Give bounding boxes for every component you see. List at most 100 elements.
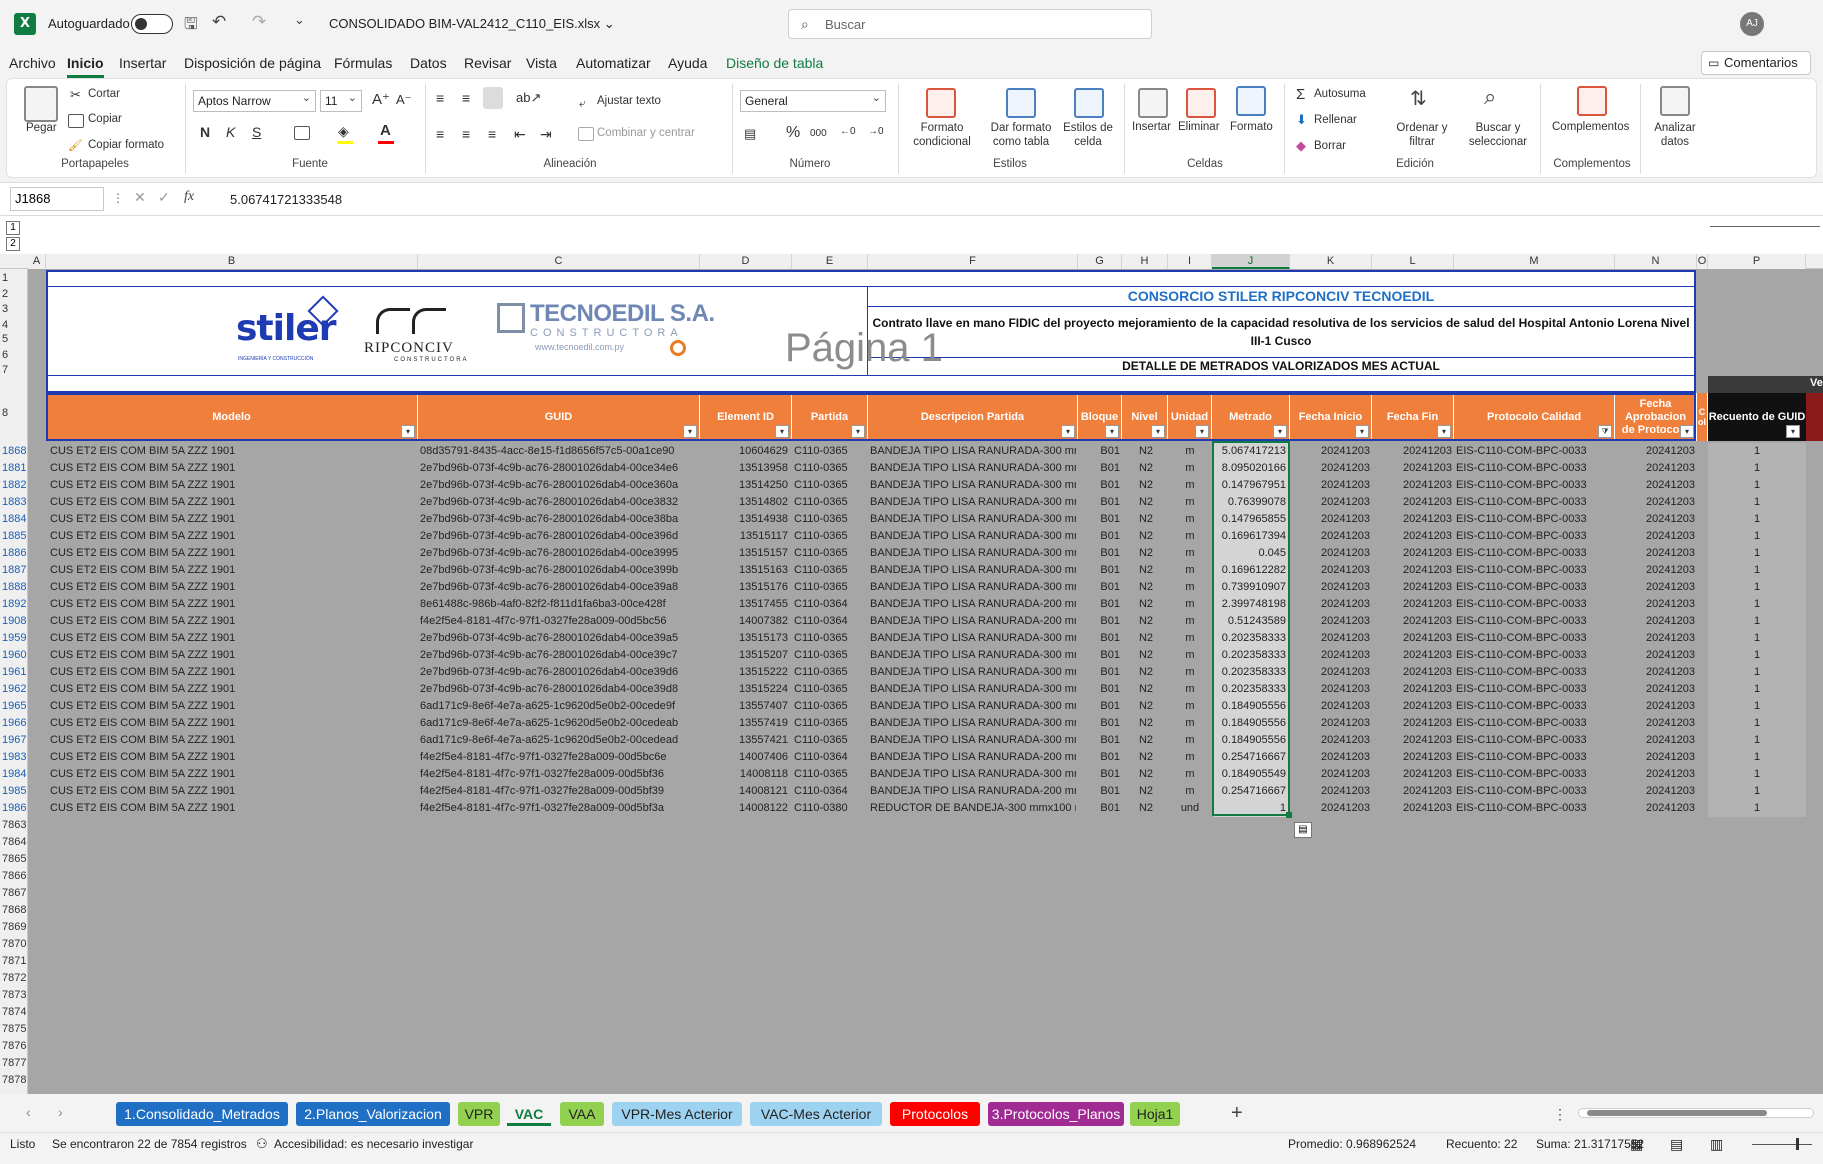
- cell-modelo[interactable]: CUS ET2 EIS COM BIM 5A ZZZ 1901: [50, 698, 416, 715]
- more-icon[interactable]: ⋮: [112, 191, 124, 205]
- cell-guid[interactable]: f4e2f5e4-8181-4f7c-97f1-0327fe28a009-00d…: [420, 613, 700, 630]
- cell-guid[interactable]: f4e2f5e4-8181-4f7c-97f1-0327fe28a009-00d…: [420, 766, 700, 783]
- row-header[interactable]: 7870: [0, 936, 28, 953]
- cell-guid[interactable]: f4e2f5e4-8181-4f7c-97f1-0327fe28a009-00d…: [420, 749, 700, 766]
- cell-desc[interactable]: BANDEJA TIPO LISA RANURADA-300 mmx10: [870, 698, 1076, 715]
- cell-guid[interactable]: 6ad171c9-8e6f-4e7a-a625-1c9620d5e0b2-00c…: [420, 715, 700, 732]
- sheet-tab-hoja1[interactable]: Hoja1: [1130, 1102, 1180, 1126]
- cell-bloque[interactable]: B01: [1080, 545, 1120, 562]
- cell-partida[interactable]: C110-0364: [794, 749, 868, 766]
- row-header[interactable]: 7867: [0, 885, 28, 902]
- cell-desc[interactable]: BANDEJA TIPO LISA RANURADA-300 mmx10: [870, 647, 1076, 664]
- cell-prot[interactable]: EIS-C110-COM-BPC-0033: [1456, 443, 1614, 460]
- cell-desc[interactable]: BANDEJA TIPO LISA RANURADA-300 mmx10: [870, 715, 1076, 732]
- cell-modelo[interactable]: CUS ET2 EIS COM BIM 5A ZZZ 1901: [50, 647, 416, 664]
- cell-fap[interactable]: 20241203: [1617, 698, 1695, 715]
- conditional-format-icon[interactable]: [926, 88, 956, 118]
- filter-dropdown-icon[interactable]: ▾: [851, 425, 865, 438]
- cell-partida[interactable]: C110-0365: [794, 528, 868, 545]
- tab-diseno-tabla[interactable]: Diseño de tabla: [726, 55, 823, 71]
- cell-prot[interactable]: EIS-C110-COM-BPC-0033: [1456, 596, 1614, 613]
- cell-unidad[interactable]: und: [1168, 800, 1212, 817]
- status-average[interactable]: Promedio: 0.968962524: [1288, 1134, 1416, 1154]
- cell-fi[interactable]: 20241203: [1292, 613, 1370, 630]
- cell-bloque[interactable]: B01: [1080, 613, 1120, 630]
- increase-decimal-icon[interactable]: ←0: [840, 126, 856, 137]
- cell-fap[interactable]: 20241203: [1617, 579, 1695, 596]
- cell-metrado[interactable]: 0.202358333: [1214, 681, 1288, 698]
- cell-metrado[interactable]: 5.067417213: [1214, 443, 1288, 460]
- bold-button[interactable]: N: [200, 124, 210, 140]
- fill-icon[interactable]: ⬇: [1296, 112, 1307, 128]
- cell-metrado[interactable]: 0.202358333: [1214, 647, 1288, 664]
- header-modelo[interactable]: Modelo: [46, 393, 418, 441]
- cell-eid[interactable]: 10604629: [700, 443, 788, 460]
- status-count[interactable]: Recuento: 22: [1446, 1134, 1517, 1154]
- cell-ff[interactable]: 20241203: [1374, 698, 1452, 715]
- align-bottom-icon[interactable]: [483, 87, 503, 109]
- cell-guid[interactable]: 2e7bd96b-073f-4c9b-ac76-28001026dab4-00c…: [420, 460, 700, 477]
- tab-vista[interactable]: Vista: [526, 55, 557, 71]
- cell-desc[interactable]: REDUCTOR DE BANDEJA-300 mmx100 mm-: [870, 800, 1076, 817]
- wrap-text-icon[interactable]: ⤶: [579, 96, 586, 111]
- undo-icon[interactable]: ↶: [212, 12, 226, 32]
- tab-ayuda[interactable]: Ayuda: [668, 55, 707, 71]
- column-header-e[interactable]: E: [792, 254, 868, 269]
- sheet-tab-1-consolidado-metrados[interactable]: 1.Consolidado_Metrados: [116, 1102, 288, 1126]
- row-header[interactable]: 7866: [0, 868, 28, 885]
- cell-guid[interactable]: 2e7bd96b-073f-4c9b-ac76-28001026dab4-00c…: [420, 681, 700, 698]
- cell-fap[interactable]: 20241203: [1617, 494, 1695, 511]
- cell-guid[interactable]: 2e7bd96b-073f-4c9b-ac76-28001026dab4-00c…: [420, 664, 700, 681]
- font-size-combo[interactable]: 11: [320, 88, 362, 112]
- find-select-button[interactable]: Buscar y seleccionar: [1462, 121, 1534, 149]
- sheet-tab-vac-mes-acterior[interactable]: VAC-Mes Acterior: [750, 1102, 882, 1126]
- cell-fi[interactable]: 20241203: [1292, 698, 1370, 715]
- cell-fap[interactable]: 20241203: [1617, 664, 1695, 681]
- cell-metrado[interactable]: 0.184905556: [1214, 732, 1288, 749]
- cell-fi[interactable]: 20241203: [1292, 511, 1370, 528]
- cell-metrado[interactable]: 0.254716667: [1214, 749, 1288, 766]
- filter-dropdown-icon[interactable]: ▾: [1273, 425, 1287, 438]
- cell-unidad[interactable]: m: [1168, 613, 1212, 630]
- name-box[interactable]: J1868: [10, 187, 104, 211]
- column-header-j[interactable]: J: [1212, 254, 1290, 269]
- cell-bloque[interactable]: B01: [1080, 460, 1120, 477]
- cell-bloque[interactable]: B01: [1080, 443, 1120, 460]
- column-header-p[interactable]: P: [1708, 254, 1806, 269]
- cell-prot[interactable]: EIS-C110-COM-BPC-0033: [1456, 477, 1614, 494]
- cell-desc[interactable]: BANDEJA TIPO LISA RANURADA-300 mmx10: [870, 664, 1076, 681]
- cell-bloque[interactable]: B01: [1080, 562, 1120, 579]
- cell-fi[interactable]: 20241203: [1292, 664, 1370, 681]
- zoom-slider-thumb[interactable]: [1796, 1138, 1799, 1150]
- cell-ff[interactable]: 20241203: [1374, 647, 1452, 664]
- filter-dropdown-icon[interactable]: ▾: [1151, 425, 1165, 438]
- row-header[interactable]: 3: [0, 301, 28, 318]
- cell-metrado[interactable]: 0.184905549: [1214, 766, 1288, 783]
- tab-disposicion[interactable]: Disposición de página: [184, 55, 321, 71]
- underline-button[interactable]: S: [252, 124, 261, 140]
- row-header[interactable]: 7869: [0, 919, 28, 936]
- cell-unidad[interactable]: m: [1168, 664, 1212, 681]
- cell-modelo[interactable]: CUS ET2 EIS COM BIM 5A ZZZ 1901: [50, 732, 416, 749]
- cell-desc[interactable]: BANDEJA TIPO LISA RANURADA-200 mmx10: [870, 783, 1076, 800]
- page-layout-icon[interactable]: ▤: [1670, 1134, 1683, 1154]
- delete-cells-button[interactable]: Eliminar: [1178, 121, 1220, 133]
- cell-partida[interactable]: C110-0365: [794, 647, 868, 664]
- cell-fi[interactable]: 20241203: [1292, 647, 1370, 664]
- cell-metrado[interactable]: 2.399748198: [1214, 596, 1288, 613]
- row-header[interactable]: 1888: [0, 579, 28, 596]
- align-left-icon[interactable]: ≡: [436, 126, 444, 142]
- autosum-icon[interactable]: Σ: [1296, 86, 1305, 103]
- cell-modelo[interactable]: CUS ET2 EIS COM BIM 5A ZZZ 1901: [50, 596, 416, 613]
- cell-partida[interactable]: C110-0365: [794, 460, 868, 477]
- cell-eid[interactable]: 13515176: [700, 579, 788, 596]
- cell-bloque[interactable]: B01: [1080, 715, 1120, 732]
- cancel-icon[interactable]: ✕: [134, 189, 146, 206]
- cell-guid[interactable]: f4e2f5e4-8181-4f7c-97f1-0327fe28a009-00d…: [420, 783, 700, 800]
- cell-prot[interactable]: EIS-C110-COM-BPC-0033: [1456, 460, 1614, 477]
- cell-guid[interactable]: 2e7bd96b-073f-4c9b-ac76-28001026dab4-00c…: [420, 477, 700, 494]
- analyze-data-icon[interactable]: [1660, 86, 1690, 116]
- cell-metrado[interactable]: 0.169612282: [1214, 562, 1288, 579]
- cell-fap[interactable]: 20241203: [1617, 749, 1695, 766]
- row-header[interactable]: 7878: [0, 1072, 28, 1089]
